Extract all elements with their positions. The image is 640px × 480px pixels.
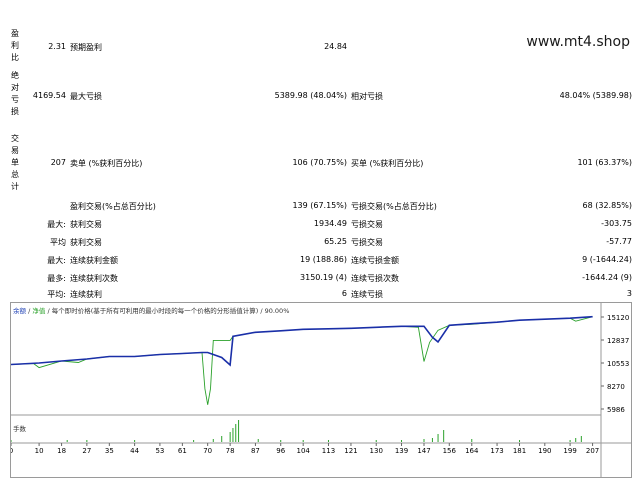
x-tick-label: 104: [297, 447, 311, 455]
section-label-char: 计: [11, 182, 19, 191]
x-tick-label: 147: [417, 447, 430, 455]
average-loss-label: 亏损交易: [351, 238, 383, 247]
absolute-drawdown-label: 绝对亏损: [10, 70, 20, 118]
x-tick-label: 181: [513, 447, 526, 455]
average-label: 平均: [50, 238, 66, 247]
maximal-drawdown-label: 最大亏损: [70, 92, 102, 101]
largest-profit-label: 获利交易: [70, 220, 102, 229]
x-tick-label: 87: [251, 447, 260, 455]
max-consecutive-losses-value: 9 (-1644.24): [582, 255, 632, 264]
x-tick-label: 156: [443, 447, 457, 455]
maximal-consecutive-loss-value: -1644.24 (9): [582, 273, 632, 282]
total-trades-value: 207: [50, 158, 66, 167]
average-consecutive-losses-value: 3: [626, 289, 632, 298]
x-tick-label: 113: [322, 447, 335, 455]
max-consecutive-wins-label: 连续获利金额: [70, 256, 118, 265]
largest-loss-label: 亏损交易: [351, 220, 383, 229]
max-consecutive-losses-label: 连续亏损金额: [351, 256, 399, 265]
largest-loss-value: -303.75: [601, 219, 632, 228]
expected-payoff-label: 预期盈利: [70, 43, 102, 52]
x-tick-label: 139: [395, 447, 408, 455]
section-label-char: 单: [11, 158, 19, 167]
loss-trades-label: 亏损交易(%占总百分比): [351, 202, 437, 211]
x-tick-label: 53: [155, 447, 164, 455]
average-consecutive-losses-label: 连续亏损: [351, 290, 383, 299]
x-tick-label: 173: [490, 447, 503, 455]
y-tick-label: 10553: [607, 360, 629, 368]
average-profit-value: 65.25: [324, 237, 347, 246]
maximum-label: 最大:: [47, 256, 66, 265]
expected-payoff-value: 24.84: [324, 42, 347, 51]
x-tick-label: 207: [586, 447, 599, 455]
section-label-char: 损: [11, 107, 19, 116]
x-tick-label: 190: [538, 447, 551, 455]
x-tick-label: 27: [82, 447, 91, 455]
maximal-consecutive-loss-label: 连续亏损次数: [351, 274, 399, 283]
absolute-drawdown-value: 4169.54: [32, 91, 66, 100]
top-bar: [0, 0, 640, 22]
maximal-consecutive-profit-label: 连续获利次数: [70, 274, 118, 283]
x-tick-label: 44: [130, 447, 139, 455]
y-tick-label: 8270: [607, 383, 625, 391]
section-label-char: 总: [11, 170, 19, 179]
section-label-char: 盈: [11, 29, 19, 38]
volume-label: 手数: [13, 425, 26, 433]
x-tick-label: 61: [178, 447, 187, 455]
max-consecutive-wins-value: 19 (188.86): [300, 255, 347, 264]
profit-factor-label: 盈利比: [10, 28, 20, 64]
profit-trades-label: 盈利交易(%占总百分比): [70, 202, 156, 211]
chart-plot: 15120 12837 10553 8270 5986 0 10 18 27 35 44 53 61 70…: [11, 303, 631, 477]
average-consecutive-wins-label: 连续获利: [70, 290, 102, 299]
relative-drawdown-label: 相对亏损: [351, 92, 383, 101]
watermark: www.mt4.shop: [526, 34, 630, 50]
section-label-char: 易: [11, 146, 19, 155]
average-loss-value: -57.77: [606, 237, 632, 246]
average-profit-label: 获利交易: [70, 238, 102, 247]
x-tick-label: 78: [226, 447, 235, 455]
short-positions-label: 卖单 (%获利百分比): [70, 159, 143, 168]
profit-trades-value: 139 (67.15%): [292, 201, 347, 210]
x-tick-label: 70: [203, 447, 212, 455]
maximal-drawdown-value: 5389.98 (48.04%): [274, 91, 347, 100]
series-line-balance: [11, 315, 593, 367]
x-tick-label: 0: [11, 447, 13, 455]
x-tick-label: 96: [276, 447, 285, 455]
average-consecutive-label: 平均:: [47, 290, 66, 299]
section-label-char: 绝: [11, 71, 19, 80]
x-tick-label: 164: [465, 447, 479, 455]
section-label-char: 对: [11, 83, 19, 92]
long-positions-label: 买单 (%获利百分比): [351, 159, 424, 168]
profit-factor-value: 2.31: [48, 42, 66, 51]
total-trades-label: 交易单总计: [10, 133, 20, 193]
x-tick-label: 130: [370, 447, 383, 455]
maximal-label: 最多:: [47, 274, 66, 283]
section-label-char: 利: [11, 41, 19, 50]
section-label-char: 交: [11, 134, 19, 143]
loss-trades-value: 68 (32.85%): [582, 201, 632, 210]
y-tick-label: 5986: [607, 406, 625, 414]
section-label-char: 比: [11, 53, 19, 62]
x-tick-label: 18: [57, 447, 66, 455]
section-label-char: 亏: [11, 95, 19, 104]
x-tick-label: 35: [105, 447, 114, 455]
long-positions-value: 101 (63.37%): [577, 158, 632, 167]
y-tick-label: 12837: [607, 337, 629, 345]
relative-drawdown-value: 48.04% (5389.98): [559, 91, 632, 100]
y-tick-label: 15120: [607, 314, 629, 322]
short-positions-value: 106 (70.75%): [292, 158, 347, 167]
largest-profit-value: 1934.49: [313, 219, 347, 228]
average-consecutive-wins-value: 6: [341, 289, 347, 298]
maximal-consecutive-profit-value: 3150.19 (4): [300, 273, 347, 282]
x-tick-label: 199: [563, 447, 576, 455]
x-tick-label: 10: [35, 447, 44, 455]
x-tick-label: 121: [344, 447, 357, 455]
largest-label: 最大:: [47, 220, 66, 229]
balance-chart: 余额 / 净值 / 每个即时价格(基于所有可利用的最小时段的每一个价格的分形插值…: [10, 302, 632, 478]
